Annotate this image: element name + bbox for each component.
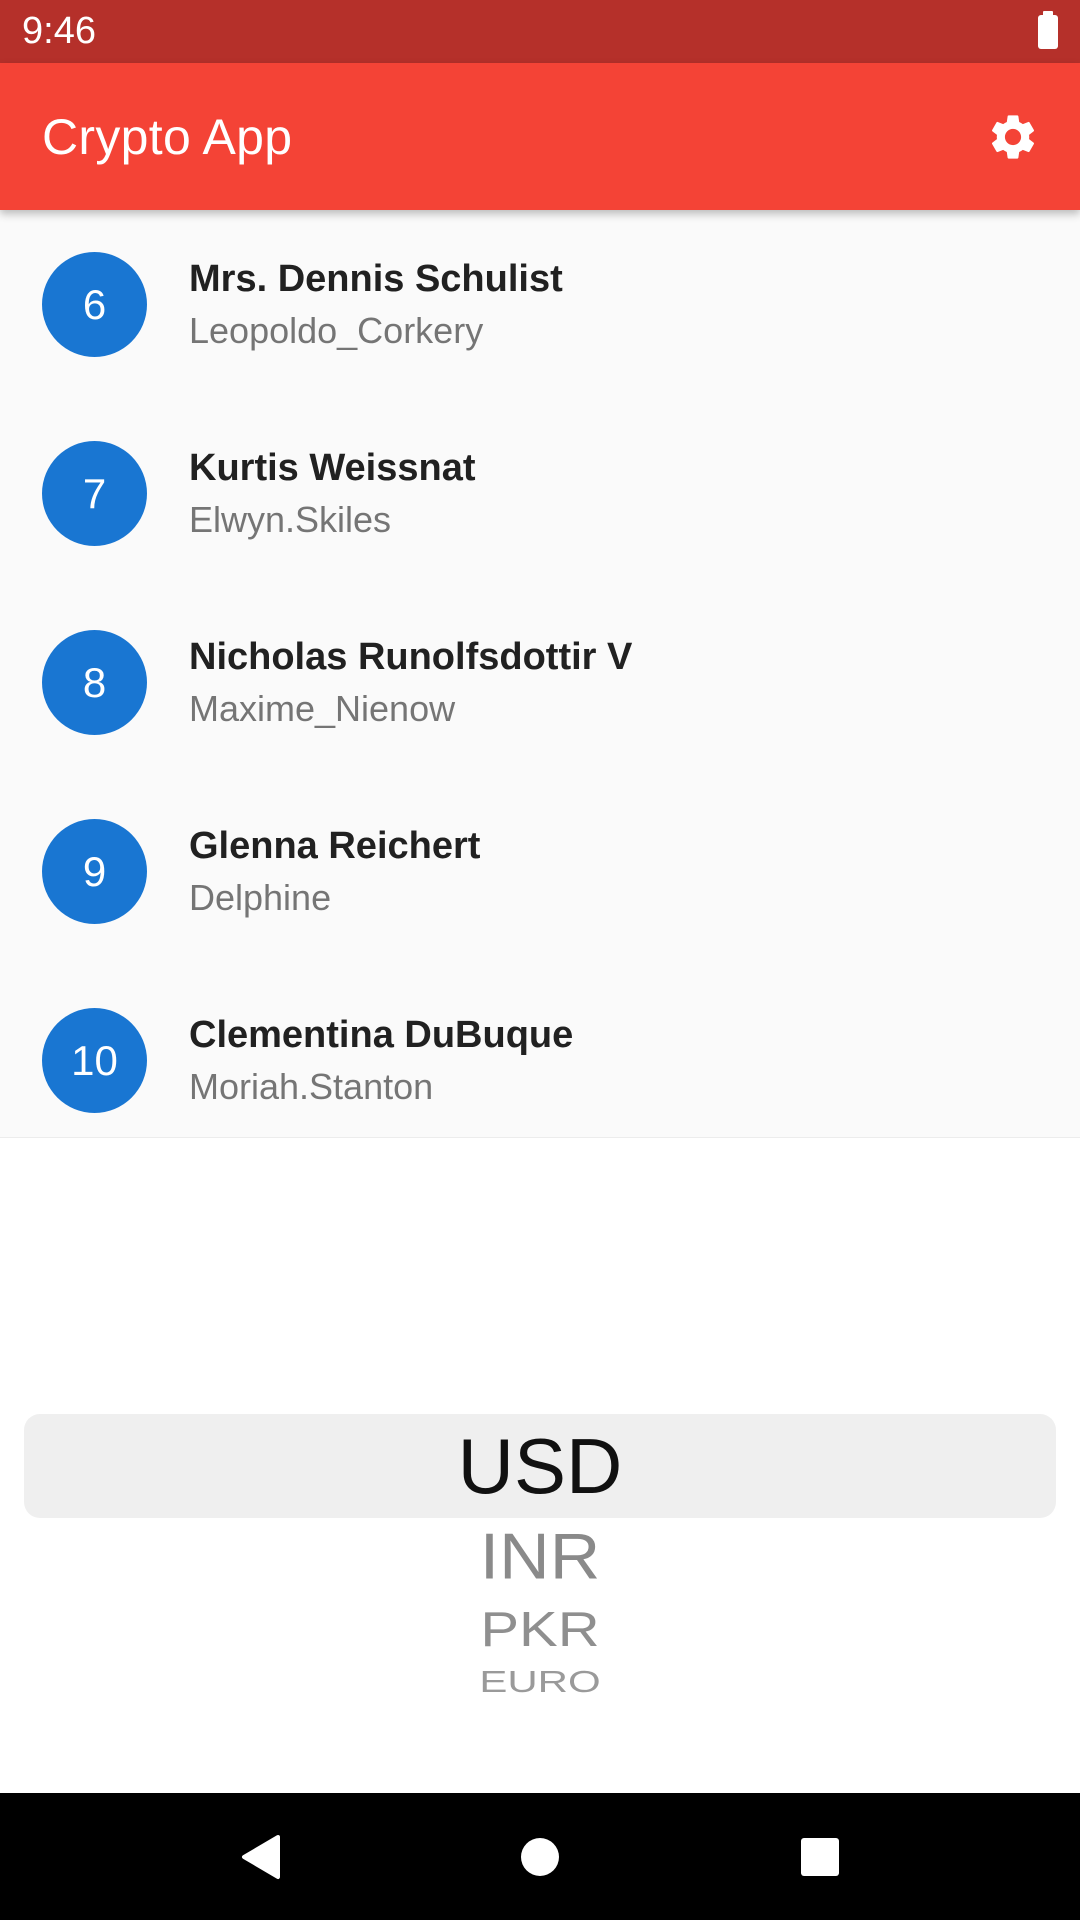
list-item[interactable]: 8 Nicholas Runolfsdottir V Maxime_Nienow bbox=[0, 588, 1080, 777]
status-time: 9:46 bbox=[22, 10, 96, 52]
picker-option[interactable]: PKR bbox=[0, 1602, 1080, 1658]
list-item-title: Kurtis Weissnat bbox=[189, 446, 476, 489]
list-item-text: Clementina DuBuque Moriah.Stanton bbox=[189, 1009, 573, 1113]
picker-option[interactable]: EURO bbox=[0, 1664, 1080, 1700]
list-item[interactable]: 9 Glenna Reichert Delphine bbox=[0, 777, 1080, 966]
user-list: 6 Mrs. Dennis Schulist Leopoldo_Corkery … bbox=[0, 210, 1080, 1138]
avatar: 9 bbox=[42, 819, 147, 924]
list-item-title: Clementina DuBuque bbox=[189, 1013, 574, 1056]
list-item-title: Mrs. Dennis Schulist bbox=[189, 257, 563, 300]
app-bar: Crypto App bbox=[0, 63, 1080, 210]
recents-square-icon bbox=[801, 1837, 839, 1876]
list-item-text: Glenna Reichert Delphine bbox=[189, 820, 480, 924]
list-item[interactable]: 7 Kurtis Weissnat Elwyn.Skiles bbox=[0, 399, 1080, 588]
list-item-title: Nicholas Runolfsdottir V bbox=[189, 635, 633, 678]
list-item-text: Mrs. Dennis Schulist Leopoldo_Corkery bbox=[189, 253, 563, 357]
picker-option[interactable]: INR bbox=[0, 1517, 1080, 1595]
currency-picker[interactable]: USD INR PKR EURO bbox=[0, 1138, 1080, 1793]
list-item-text: Kurtis Weissnat Elwyn.Skiles bbox=[189, 442, 475, 546]
list-item-text: Nicholas Runolfsdottir V Maxime_Nienow bbox=[189, 631, 632, 735]
list-item-subtitle: Delphine bbox=[189, 876, 332, 918]
list-item[interactable]: 10 Clementina DuBuque Moriah.Stanton bbox=[0, 966, 1080, 1137]
recents-button[interactable] bbox=[780, 1817, 860, 1897]
gear-icon bbox=[991, 114, 1035, 159]
avatar: 10 bbox=[42, 1008, 147, 1113]
back-button[interactable] bbox=[220, 1817, 300, 1897]
list-item-subtitle: Elwyn.Skiles bbox=[189, 498, 392, 540]
app-title: Crypto App bbox=[42, 108, 293, 165]
home-button[interactable] bbox=[500, 1817, 580, 1897]
avatar: 6 bbox=[42, 252, 147, 357]
list-item[interactable]: 6 Mrs. Dennis Schulist Leopoldo_Corkery bbox=[0, 210, 1080, 399]
navigation-bar bbox=[0, 1793, 1080, 1920]
avatar: 7 bbox=[42, 441, 147, 546]
list-item-subtitle: Leopoldo_Corkery bbox=[189, 309, 484, 351]
avatar: 8 bbox=[42, 630, 147, 735]
list-item-subtitle: Moriah.Stanton bbox=[189, 1065, 434, 1107]
home-circle-icon bbox=[521, 1837, 559, 1876]
back-triangle-icon bbox=[242, 1834, 280, 1879]
settings-button[interactable] bbox=[978, 102, 1048, 172]
picker-option-selected[interactable]: USD bbox=[0, 1420, 1080, 1512]
battery-full-icon bbox=[1038, 10, 1058, 49]
list-item-subtitle: Maxime_Nienow bbox=[189, 687, 456, 729]
list-item-title: Glenna Reichert bbox=[189, 824, 481, 867]
status-bar: 9:46 bbox=[0, 0, 1080, 63]
